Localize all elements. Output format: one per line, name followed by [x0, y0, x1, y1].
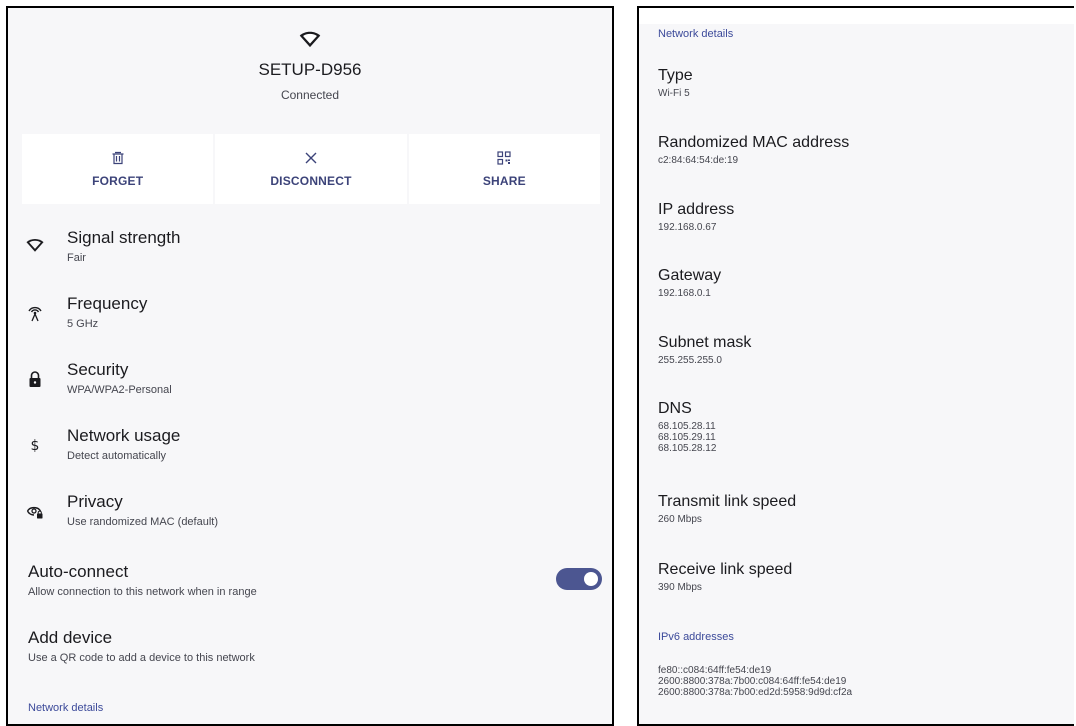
ip-title: IP address	[658, 201, 735, 218]
details-list: Network details Type Wi-Fi 5 Randomized …	[639, 24, 1074, 724]
close-icon	[305, 152, 317, 163]
network-usage-title: Network usage	[67, 426, 181, 445]
type-title: Type	[658, 67, 693, 84]
auto-connect-toggle[interactable]	[556, 568, 602, 590]
wifi-icon	[299, 31, 321, 48]
receive-speed-title: Receive link speed	[658, 561, 793, 578]
add-device-row[interactable]: Add device Use a QR code to add a device…	[28, 628, 612, 668]
forget-button[interactable]: FORGET	[22, 134, 216, 204]
disconnect-label: DISCONNECT	[270, 173, 352, 188]
subnet-title: Subnet mask	[658, 334, 752, 351]
receive-speed-detail: Receive link speed 390 Mbps	[658, 561, 792, 593]
ipv6-heading: IPv6 addresses	[658, 631, 734, 643]
forget-label: FORGET	[92, 173, 144, 188]
network-usage-row[interactable]: $ Network usage Detect automatically	[8, 426, 612, 486]
privacy-value: Use randomized MAC (default)	[67, 516, 219, 528]
wifi-signal-icon	[26, 239, 44, 252]
subnet-value: 255.255.255.0	[658, 355, 722, 366]
gateway-value: 192.168.0.1	[658, 288, 711, 299]
auto-connect-title: Auto-connect	[28, 562, 129, 581]
transmit-speed-detail: Transmit link speed 260 Mbps	[658, 493, 796, 525]
dns-detail: DNS 68.105.28.11 68.105.29.11 68.105.28.…	[658, 400, 716, 454]
auto-connect-description: Allow connection to this network when in…	[28, 586, 257, 598]
network-details-continued-panel: Network details Type Wi-Fi 5 Randomized …	[637, 6, 1074, 726]
network-header: SETUP-D956 Connected	[8, 30, 612, 102]
network-name: SETUP-D956	[258, 60, 362, 79]
details-section-heading: Network details	[658, 28, 734, 40]
dns-value: 68.105.28.11 68.105.29.11 68.105.28.12	[658, 421, 717, 454]
security-title: Security	[67, 360, 129, 379]
auto-connect-row[interactable]: Auto-connect Allow connection to this ne…	[28, 562, 612, 602]
mac-value: c2:84:64:54:de:19	[658, 155, 739, 166]
network-details-panel: SETUP-D956 Connected FORGET DISCONNECT S…	[6, 6, 614, 726]
ip-detail: IP address 192.168.0.67	[658, 201, 734, 233]
qr-code-icon	[497, 150, 511, 165]
type-detail: Type Wi-Fi 5	[658, 67, 693, 99]
privacy-eye-icon	[26, 506, 43, 519]
top-strip	[639, 8, 1074, 24]
action-bar: FORGET DISCONNECT SHARE	[22, 134, 600, 204]
dollar-icon: $	[31, 438, 40, 454]
ipv6-address: 2600:8800:378a:7b00:c084:64ff:fe54:de19	[658, 676, 847, 687]
network-usage-value: Detect automatically	[67, 450, 167, 462]
mac-detail: Randomized MAC address c2:84:64:54:de:19	[658, 134, 849, 166]
security-row[interactable]: Security WPA/WPA2-Personal	[8, 360, 612, 420]
toggle-knob	[584, 572, 598, 586]
connection-status: Connected	[280, 88, 340, 102]
subnet-detail: Subnet mask 255.255.255.0	[658, 334, 751, 366]
frequency-row[interactable]: Frequency 5 GHz	[8, 294, 612, 354]
ip-value: 192.168.0.67	[658, 222, 717, 233]
ipv6-address: fe80::c084:64ff:fe54:de19	[658, 665, 772, 676]
disconnect-button[interactable]: DISCONNECT	[215, 134, 409, 204]
frequency-title: Frequency	[67, 294, 148, 313]
lock-icon	[29, 371, 41, 387]
add-device-title: Add device	[28, 628, 113, 647]
frequency-value: 5 GHz	[67, 318, 99, 330]
dns-title: DNS	[658, 400, 692, 417]
gateway-detail: Gateway 192.168.0.1	[658, 267, 721, 299]
type-value: Wi-Fi 5	[658, 88, 690, 99]
signal-strength-title: Signal strength	[67, 228, 181, 247]
add-device-description: Use a QR code to add a device to this ne…	[28, 652, 255, 664]
gateway-title: Gateway	[658, 267, 722, 284]
privacy-title: Privacy	[67, 492, 123, 511]
transmit-speed-value: 260 Mbps	[658, 514, 702, 525]
signal-strength-value: Fair	[67, 252, 86, 264]
ipv6-address: 2600:8800:378a:7b00:ed2d:5958:9d9d:cf2a	[658, 687, 853, 698]
network-details-heading: Network details	[28, 702, 104, 714]
antenna-icon	[28, 306, 42, 322]
transmit-speed-title: Transmit link speed	[658, 493, 797, 510]
share-label: SHARE	[482, 173, 526, 188]
mac-title: Randomized MAC address	[658, 134, 850, 151]
security-value: WPA/WPA2-Personal	[67, 384, 172, 396]
svg-text:$: $	[31, 438, 40, 454]
receive-speed-value: 390 Mbps	[658, 582, 702, 593]
trash-icon	[112, 151, 124, 164]
ipv6-list: fe80::c084:64ff:fe54:de19 2600:8800:378a…	[658, 665, 852, 698]
privacy-row[interactable]: Privacy Use randomized MAC (default)	[8, 492, 612, 552]
share-button[interactable]: SHARE	[409, 134, 600, 204]
signal-strength-row[interactable]: Signal strength Fair	[8, 228, 612, 288]
